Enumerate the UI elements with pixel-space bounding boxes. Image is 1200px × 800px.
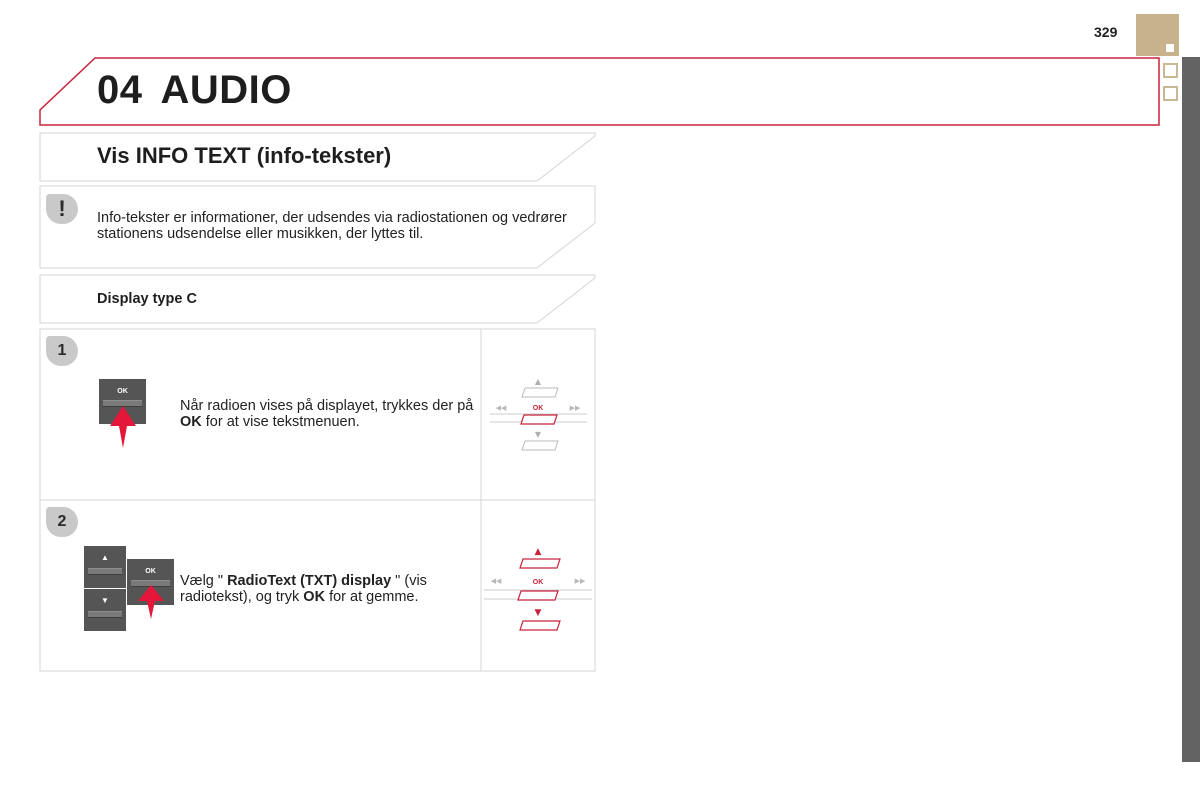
step-text-part: for at vise tekstmenuen.	[201, 414, 360, 430]
chapter-title: 04 AUDIO	[97, 68, 310, 113]
up-button-illustration: ▲	[84, 546, 126, 588]
step-text-bold: OK	[303, 589, 326, 605]
diagram-up-arrow: ▲	[535, 377, 542, 386]
ok-button-label: OK	[117, 388, 128, 395]
step-2-control-diagram: ▲ ◀◀ OK ▶▶ ▼	[484, 547, 592, 631]
chapter-number: 04	[97, 68, 143, 112]
step-text-part: Når radioen vises på displayet, trykkes …	[180, 398, 474, 414]
step-text-bold: RadioText (TXT) display	[227, 573, 392, 589]
diagram-down-arrow: ▼	[535, 608, 542, 618]
diagram-left-arrows: ◀◀	[491, 577, 502, 585]
step-text-part: Vælg "	[180, 573, 228, 589]
diagram-ok-label: OK	[533, 579, 544, 586]
exclamation-icon: !	[46, 194, 78, 224]
step-number-badge: 2	[46, 507, 78, 537]
diagram-ok-slot	[520, 414, 558, 425]
up-arrow-icon: ▲	[101, 553, 109, 562]
diagram-ok-label: OK	[533, 405, 544, 412]
diagram-right-arrows: ▶▶	[575, 577, 586, 585]
section-title: Vis INFO TEXT (info-tekster)	[97, 143, 392, 168]
diagram-left-arrows: ◀◀	[496, 404, 507, 412]
chapter-name: AUDIO	[160, 68, 292, 112]
down-arrow-icon: ▼	[101, 596, 109, 605]
diagram-up-arrow: ▲	[535, 547, 542, 557]
step-1-text: Når radioen vises på displayet, trykkes …	[180, 398, 480, 430]
button-ridge	[88, 611, 122, 618]
button-ridge	[88, 568, 122, 575]
press-arrow-icon	[138, 585, 164, 619]
step-number-badge: 1	[46, 336, 78, 366]
diagram-up-slot	[519, 558, 561, 569]
step-2-text: Vælg " RadioText (TXT) display " (vis ra…	[180, 573, 480, 605]
step-text-bold: OK	[180, 414, 202, 430]
diagram-ok-slot	[517, 590, 559, 601]
diagram-right-arrows: ▶▶	[570, 404, 581, 412]
diagram-down-slot	[519, 620, 561, 631]
note-text: Info-tekster er informationer, der udsen…	[97, 210, 567, 242]
press-arrow-icon	[110, 406, 136, 448]
down-button-illustration: ▼	[84, 589, 126, 631]
subsection-title: Display type C	[97, 291, 197, 307]
diagram-down-arrow: ▼	[535, 430, 542, 439]
step-text-part: for at gemme.	[325, 589, 419, 605]
ok-button-label: OK	[145, 568, 156, 575]
